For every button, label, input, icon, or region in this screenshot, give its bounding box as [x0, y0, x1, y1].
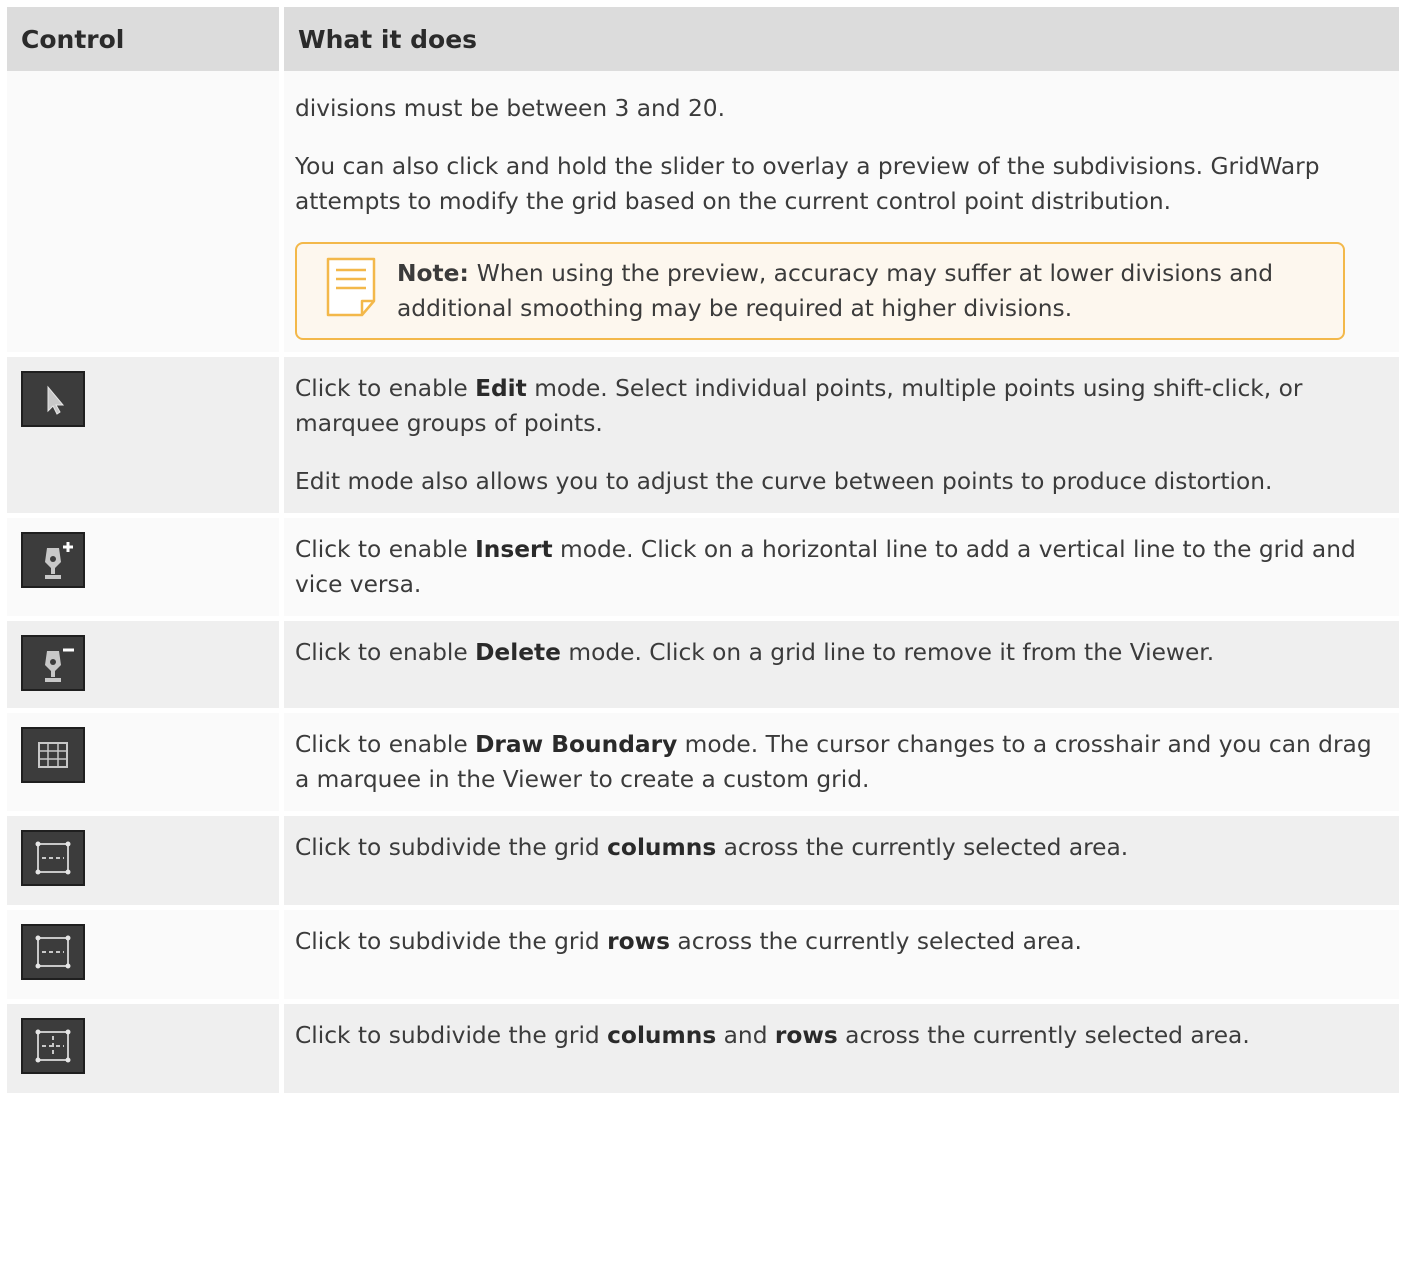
emphasis: rows — [774, 1022, 838, 1049]
subdivide-columns-rows-icon[interactable] — [21, 1018, 91, 1080]
table-row: Click to enable Draw Boundary mode. The … — [7, 708, 1399, 811]
table-row: Click to enable Insert mode. Click on a … — [7, 513, 1399, 616]
table-row: Click to enable Edit mode. Select indivi… — [7, 352, 1399, 513]
description-text: Click to enable Edit mode. Select indivi… — [295, 375, 1303, 437]
description-text: divisions must be between 3 and 20. — [295, 95, 726, 122]
note-label: Note: — [397, 260, 469, 287]
table-row: Click to subdivide the grid columns acro… — [7, 811, 1399, 905]
description-cell: divisions must be between 3 and 20. You … — [284, 71, 1399, 352]
table-header-row: Control What it does — [7, 7, 1399, 71]
insert-pen-icon[interactable] — [21, 532, 91, 594]
subdivide-rows-icon[interactable] — [21, 924, 91, 986]
control-cell — [7, 708, 284, 811]
mode-name: Insert — [475, 536, 553, 563]
control-cell — [7, 71, 284, 352]
description-text: Click to subdivide the grid columns and … — [295, 1022, 1250, 1049]
description-text: Click to enable Draw Boundary mode. The … — [295, 731, 1372, 793]
description-text: Click to enable Delete mode. Click on a … — [295, 639, 1215, 666]
control-cell — [7, 616, 284, 708]
description-cell: Click to enable Insert mode. Click on a … — [284, 513, 1399, 616]
description-cell: Click to enable Draw Boundary mode. The … — [284, 708, 1399, 811]
controls-table: Control What it does divisions must be b… — [7, 7, 1399, 1093]
description-cell: Click to subdivide the grid columns acro… — [284, 811, 1399, 905]
table-row: Click to enable Delete mode. Click on a … — [7, 616, 1399, 708]
note-icon — [326, 257, 376, 317]
delete-pen-icon[interactable] — [21, 635, 91, 697]
column-header-what-it-does: What it does — [284, 7, 1399, 71]
note-text: Note: When using the preview, accuracy ma… — [397, 256, 1323, 326]
table-row: divisions must be between 3 and 20. You … — [7, 71, 1399, 352]
column-header-control: Control — [7, 7, 284, 71]
emphasis: columns — [607, 834, 717, 861]
note-body: When using the preview, accuracy may suf… — [397, 260, 1274, 322]
mode-name: Draw Boundary — [475, 731, 678, 758]
table-row: Click to subdivide the grid columns and … — [7, 999, 1399, 1093]
emphasis: rows — [607, 928, 671, 955]
control-cell — [7, 513, 284, 616]
description-cell: Click to subdivide the grid rows across … — [284, 905, 1399, 999]
control-cell — [7, 999, 284, 1093]
description-text: You can also click and hold the slider t… — [295, 153, 1320, 215]
control-cell — [7, 352, 284, 513]
description-text: Click to enable Insert mode. Click on a … — [295, 536, 1356, 598]
description-text: Click to subdivide the grid rows across … — [295, 928, 1082, 955]
note-callout: Note: When using the preview, accuracy ma… — [295, 242, 1345, 340]
emphasis: columns — [607, 1022, 717, 1049]
draw-boundary-grid-icon[interactable] — [21, 727, 91, 789]
description-text: Edit mode also allows you to adjust the … — [295, 468, 1273, 495]
table-row: Click to subdivide the grid rows across … — [7, 905, 1399, 999]
description-cell: Click to enable Delete mode. Click on a … — [284, 616, 1399, 708]
description-cell: Click to enable Edit mode. Select indivi… — [284, 352, 1399, 513]
mode-name: Edit — [475, 375, 527, 402]
description-cell: Click to subdivide the grid columns and … — [284, 999, 1399, 1093]
subdivide-columns-icon[interactable] — [21, 830, 91, 892]
control-cell — [7, 905, 284, 999]
description-text: Click to subdivide the grid columns acro… — [295, 834, 1129, 861]
control-cell — [7, 811, 284, 905]
mode-name: Delete — [475, 639, 561, 666]
edit-arrow-icon[interactable] — [21, 371, 91, 433]
